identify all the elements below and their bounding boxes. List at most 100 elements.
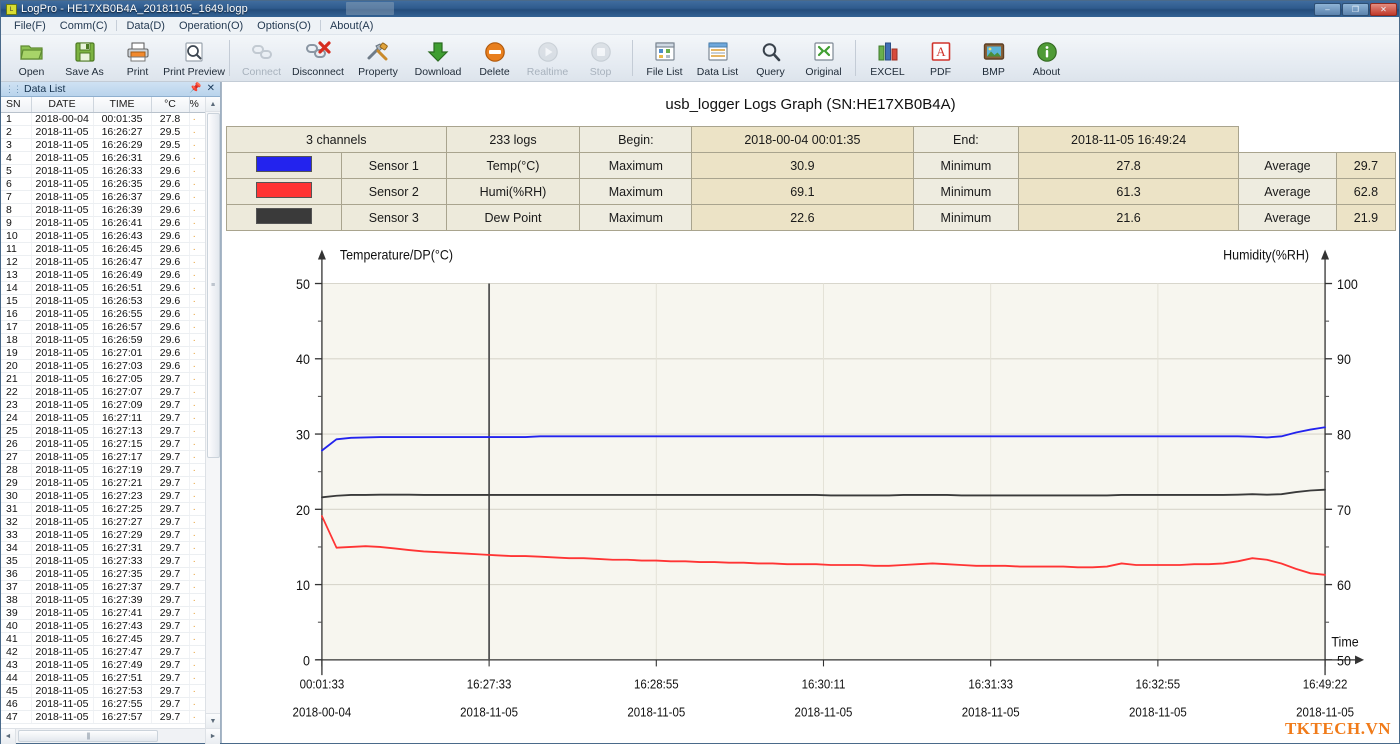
sensor-3-min-label: Minimum — [913, 205, 1019, 231]
toolbar-delete-button[interactable]: Delete — [468, 38, 521, 78]
toolbar-open-button[interactable]: Open — [5, 38, 58, 78]
cell-date: 2018-11-05 — [31, 437, 93, 450]
table-row[interactable]: 92018-11-0516:26:4129.6· — [1, 216, 206, 229]
toolbar-original-button[interactable]: Original — [797, 38, 850, 78]
toolbar-file-list-button[interactable]: File List — [638, 38, 691, 78]
cell-time: 16:26:33 — [93, 164, 151, 177]
table-row[interactable]: 122018-11-0516:26:4729.6· — [1, 255, 206, 268]
table-row[interactable]: 342018-11-0516:27:3129.7· — [1, 541, 206, 554]
table-row[interactable]: 362018-11-0516:27:3529.7· — [1, 567, 206, 580]
horizontal-scroll-thumb[interactable]: ||| — [18, 730, 158, 742]
minimize-button[interactable]: – — [1314, 3, 1341, 16]
table-row[interactable]: 402018-11-0516:27:4329.7· — [1, 619, 206, 632]
table-row[interactable]: 202018-11-0516:27:0329.6· — [1, 359, 206, 372]
table-row[interactable]: 142018-11-0516:26:5129.6· — [1, 281, 206, 294]
table-row[interactable]: 12018-00-0400:01:3527.8· — [1, 112, 206, 125]
table-row[interactable]: 442018-11-0516:27:5129.7· — [1, 671, 206, 684]
table-row[interactable]: 452018-11-0516:27:5329.7· — [1, 684, 206, 697]
cell-date: 2018-11-05 — [31, 450, 93, 463]
table-row[interactable]: 42018-11-0516:26:3129.6· — [1, 151, 206, 164]
table-row[interactable]: 252018-11-0516:27:1329.7· — [1, 424, 206, 437]
table-row[interactable]: 372018-11-0516:27:3729.7· — [1, 580, 206, 593]
table-row[interactable]: 272018-11-0516:27:1729.7· — [1, 450, 206, 463]
table-row[interactable]: 32018-11-0516:26:2929.5· — [1, 138, 206, 151]
table-row[interactable]: 392018-11-0516:27:4129.7· — [1, 606, 206, 619]
toolbar-print-button[interactable]: Print — [111, 38, 164, 78]
table-row[interactable]: 412018-11-0516:27:4529.7· — [1, 632, 206, 645]
toolbar-download-button[interactable]: Download — [408, 38, 468, 78]
table-row[interactable]: 312018-11-0516:27:2529.7· — [1, 502, 206, 515]
table-row[interactable]: 112018-11-0516:26:4529.6· — [1, 242, 206, 255]
table-row[interactable]: 302018-11-0516:27:2329.7· — [1, 489, 206, 502]
scroll-left-arrow-icon[interactable]: ◄ — [1, 729, 16, 744]
table-row[interactable]: 222018-11-0516:27:0729.7· — [1, 385, 206, 398]
menu-operation[interactable]: Operation(O) — [172, 19, 250, 33]
menu-file[interactable]: File(F) — [7, 19, 53, 33]
table-row[interactable]: 72018-11-0516:26:3729.6· — [1, 190, 206, 203]
toolbar-excel-button[interactable]: EXCEL — [861, 38, 914, 78]
drag-grip-icon[interactable]: ⋮⋮ — [5, 84, 21, 95]
table-row[interactable]: 22018-11-0516:26:2729.5· — [1, 125, 206, 138]
toolbar-about-button[interactable]: About — [1020, 38, 1073, 78]
data-list-horizontal-scrollbar[interactable]: ◄ ||| ► — [1, 728, 220, 743]
column-header-temp[interactable]: °C — [151, 97, 189, 112]
close-icon[interactable]: ✕ — [207, 84, 215, 94]
cell-time: 16:26:45 — [93, 242, 151, 255]
logs-chart[interactable]: Temperature/DP(°C)Humidity(%RH)Time01020… — [222, 231, 1399, 743]
toolbar-print-preview-button[interactable]: Print Preview — [164, 38, 224, 78]
scroll-thumb[interactable]: ≡ — [207, 113, 220, 458]
menu-about[interactable]: About(A) — [323, 19, 380, 33]
toolbar-connect-button[interactable]: Connect — [235, 38, 288, 78]
toolbar-property-button[interactable]: Property — [348, 38, 408, 78]
table-row[interactable]: 382018-11-0516:27:3929.7· — [1, 593, 206, 606]
table-row[interactable]: 292018-11-0516:27:2129.7· — [1, 476, 206, 489]
toolbar-data-list-button[interactable]: Data List — [691, 38, 744, 78]
table-row[interactable]: 352018-11-0516:27:3329.7· — [1, 554, 206, 567]
data-list-vertical-scrollbar[interactable]: ▲ ≡ ▼ — [205, 97, 220, 728]
table-row[interactable]: 212018-11-0516:27:0529.7· — [1, 372, 206, 385]
table-row[interactable]: 242018-11-0516:27:1129.7· — [1, 411, 206, 424]
x-tick-date-label: 2018-11-05 — [627, 705, 685, 720]
table-row[interactable]: 332018-11-0516:27:2929.7· — [1, 528, 206, 541]
column-header-date[interactable]: DATE — [31, 97, 93, 112]
pin-icon[interactable]: 📌 — [189, 84, 201, 94]
table-row[interactable]: 472018-11-0516:27:5729.7· — [1, 710, 206, 723]
chart-area[interactable]: Temperature/DP(°C)Humidity(%RH)Time01020… — [222, 231, 1399, 743]
toolbar-disconnect-button[interactable]: Disconnect — [288, 38, 348, 78]
table-row[interactable]: 232018-11-0516:27:0929.7· — [1, 398, 206, 411]
column-header-sn[interactable]: SN — [1, 97, 31, 112]
table-row[interactable]: 322018-11-0516:27:2729.7· — [1, 515, 206, 528]
scroll-up-arrow-icon[interactable]: ▲ — [206, 97, 221, 112]
menu-options[interactable]: Options(O) — [250, 19, 318, 33]
column-header-time[interactable]: TIME — [93, 97, 151, 112]
menu-comm[interactable]: Comm(C) — [53, 19, 115, 33]
maximize-button[interactable]: ❐ — [1342, 3, 1369, 16]
table-row[interactable]: 62018-11-0516:26:3529.6· — [1, 177, 206, 190]
table-row[interactable]: 52018-11-0516:26:3329.6· — [1, 164, 206, 177]
table-row[interactable]: 182018-11-0516:26:5929.6· — [1, 333, 206, 346]
scroll-down-arrow-icon[interactable]: ▼ — [206, 713, 221, 728]
table-row[interactable]: 462018-11-0516:27:5529.7· — [1, 697, 206, 710]
column-header-rh[interactable]: % — [189, 97, 206, 112]
table-row[interactable]: 282018-11-0516:27:1929.7· — [1, 463, 206, 476]
menu-data[interactable]: Data(D) — [119, 19, 172, 33]
toolbar-bmp-button[interactable]: BMP — [967, 38, 1020, 78]
table-row[interactable]: 162018-11-0516:26:5529.6· — [1, 307, 206, 320]
close-button[interactable]: ✕ — [1370, 3, 1397, 16]
table-row[interactable]: 422018-11-0516:27:4729.7· — [1, 645, 206, 658]
toolbar-pdf-button[interactable]: A PDF — [914, 38, 967, 78]
cell-date: 2018-11-05 — [31, 658, 93, 671]
table-row[interactable]: 192018-11-0516:27:0129.6· — [1, 346, 206, 359]
table-row[interactable]: 132018-11-0516:26:4929.6· — [1, 268, 206, 281]
toolbar-query-button[interactable]: Query — [744, 38, 797, 78]
table-row[interactable]: 102018-11-0516:26:4329.6· — [1, 229, 206, 242]
toolbar-stop-button[interactable]: Stop — [574, 38, 627, 78]
toolbar-realtime-button[interactable]: Realtime — [521, 38, 574, 78]
table-row[interactable]: 262018-11-0516:27:1529.7· — [1, 437, 206, 450]
table-row[interactable]: 172018-11-0516:26:5729.6· — [1, 320, 206, 333]
table-row[interactable]: 432018-11-0516:27:4929.7· — [1, 658, 206, 671]
table-row[interactable]: 82018-11-0516:26:3929.6· — [1, 203, 206, 216]
toolbar-save-as-button[interactable]: Save As — [58, 38, 111, 78]
table-row[interactable]: 152018-11-0516:26:5329.6· — [1, 294, 206, 307]
scroll-right-arrow-icon[interactable]: ► — [205, 729, 220, 744]
